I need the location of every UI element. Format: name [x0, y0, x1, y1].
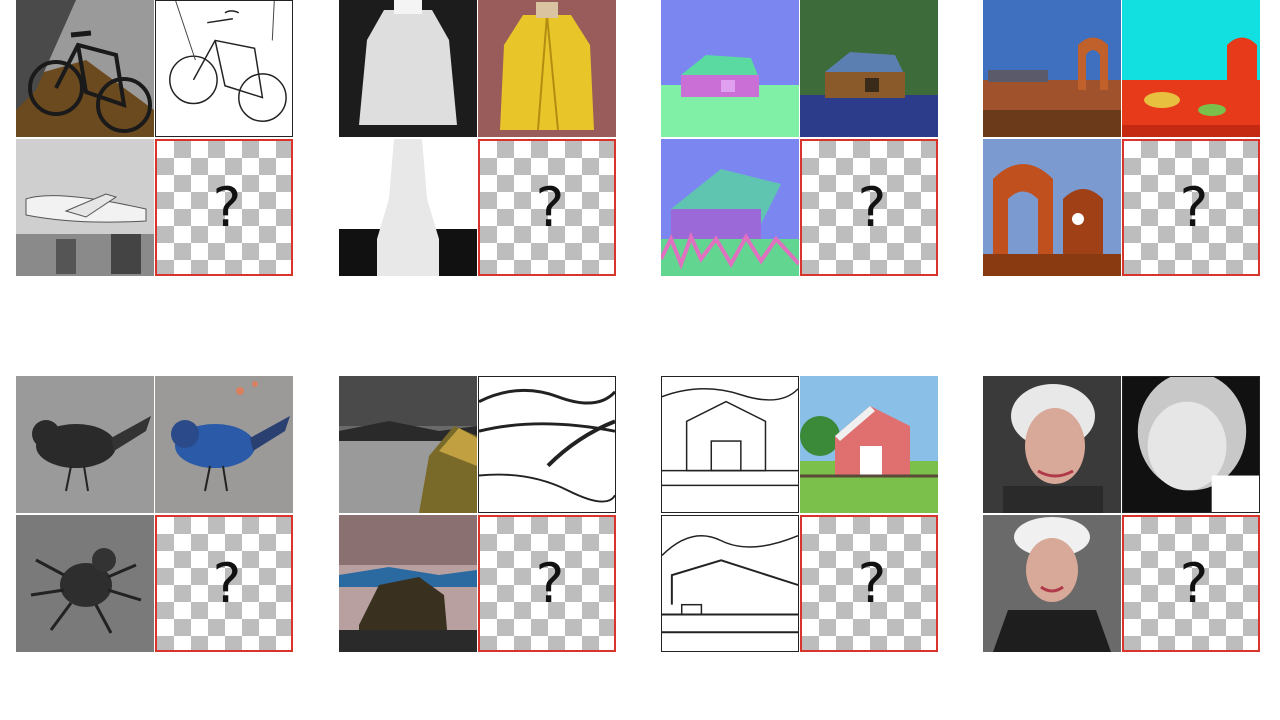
example-input-image: [661, 0, 799, 137]
puzzle-barn-sketch: ?: [661, 376, 941, 654]
example-input-image: [339, 376, 477, 513]
question-mark-icon: ?: [212, 551, 242, 615]
question-mark-icon: ?: [535, 551, 565, 615]
example-input-image: [339, 0, 477, 137]
example-input-image: [661, 376, 799, 513]
query-output-placeholder: ?: [478, 139, 616, 276]
puzzle-bird-colorization: ?: [16, 376, 296, 654]
example-output-image: [478, 0, 616, 137]
example-output-image: [155, 0, 293, 137]
example-output-image: [155, 376, 293, 513]
puzzle-coat-depth: ?: [339, 0, 619, 278]
query-input-image: [983, 515, 1121, 652]
query-output-placeholder: ?: [478, 515, 616, 652]
query-input-image: [16, 139, 154, 276]
query-input-image: [339, 139, 477, 276]
puzzle-portrait-depth: ?: [983, 376, 1263, 654]
query-output-placeholder: ?: [155, 515, 293, 652]
puzzle-cabin-normals: ?: [661, 0, 941, 278]
query-output-placeholder: ?: [155, 139, 293, 276]
query-input-image: [339, 515, 477, 652]
query-output-placeholder: ?: [800, 515, 938, 652]
query-input-image: [661, 515, 799, 652]
example-input-image: [983, 0, 1121, 137]
puzzle-bicycle-edges: ?: [16, 0, 296, 278]
example-input-image: [16, 0, 154, 137]
query-output-placeholder: ?: [1122, 139, 1260, 276]
example-input-image: [983, 376, 1121, 513]
puzzle-arches-segmentation: ?: [983, 0, 1263, 278]
question-mark-icon: ?: [857, 551, 887, 615]
query-input-image: [983, 139, 1121, 276]
example-output-image: [1122, 0, 1260, 137]
puzzle-coast-edges: ?: [339, 376, 619, 654]
query-output-placeholder: ?: [1122, 515, 1260, 652]
question-mark-icon: ?: [535, 175, 565, 239]
question-mark-icon: ?: [857, 175, 887, 239]
question-mark-icon: ?: [1179, 551, 1209, 615]
query-input-image: [661, 139, 799, 276]
example-input-image: [16, 376, 154, 513]
example-output-image: [478, 376, 616, 513]
example-output-image: [800, 0, 938, 137]
question-mark-icon: ?: [212, 175, 242, 239]
example-output-image: [800, 376, 938, 513]
example-output-image: [1122, 376, 1260, 513]
query-output-placeholder: ?: [800, 139, 938, 276]
query-input-image: [16, 515, 154, 652]
question-mark-icon: ?: [1179, 175, 1209, 239]
